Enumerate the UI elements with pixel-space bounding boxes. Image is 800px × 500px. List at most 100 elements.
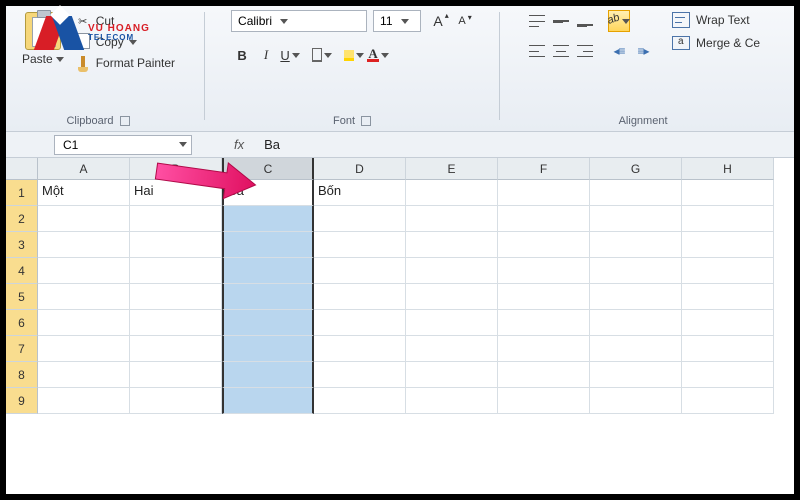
cell[interactable]	[130, 388, 222, 414]
align-top-button[interactable]	[526, 10, 548, 32]
cell[interactable]	[590, 362, 682, 388]
orientation-button[interactable]: ab	[608, 10, 630, 32]
decrease-indent-button[interactable]: ◂≡	[608, 40, 630, 62]
align-left-button[interactable]	[526, 40, 548, 62]
cell[interactable]	[38, 284, 130, 310]
row-header-1[interactable]: 1	[6, 180, 38, 206]
cell[interactable]	[682, 258, 774, 284]
row-header-3[interactable]: 3	[6, 232, 38, 258]
cell[interactable]	[498, 388, 590, 414]
cell[interactable]	[38, 388, 130, 414]
font-name-select[interactable]: Calibri	[231, 10, 367, 32]
cell-g1[interactable]	[590, 180, 682, 206]
formula-value[interactable]: Ba	[264, 137, 280, 152]
cell[interactable]	[498, 310, 590, 336]
cell-e1[interactable]	[406, 180, 498, 206]
cell[interactable]	[222, 284, 314, 310]
cell[interactable]	[406, 336, 498, 362]
cell[interactable]	[130, 258, 222, 284]
row-header-9[interactable]: 9	[6, 388, 38, 414]
cell[interactable]	[130, 336, 222, 362]
cell[interactable]	[38, 258, 130, 284]
cell[interactable]	[222, 362, 314, 388]
increase-indent-button[interactable]: ≡▸	[632, 40, 654, 62]
cell[interactable]	[314, 232, 406, 258]
cell[interactable]	[682, 362, 774, 388]
bold-button[interactable]: B	[231, 44, 253, 66]
cell[interactable]	[314, 258, 406, 284]
format-painter-button[interactable]: Format Painter	[72, 54, 178, 72]
cell-a1[interactable]: Một	[38, 180, 130, 206]
align-right-button[interactable]	[574, 40, 596, 62]
row-header-6[interactable]: 6	[6, 310, 38, 336]
cell[interactable]	[498, 206, 590, 232]
align-bottom-button[interactable]	[574, 10, 596, 32]
cell-f1[interactable]	[498, 180, 590, 206]
cell[interactable]	[682, 206, 774, 232]
cell[interactable]	[682, 336, 774, 362]
cell[interactable]	[38, 336, 130, 362]
cell[interactable]	[406, 206, 498, 232]
fill-color-button[interactable]	[343, 44, 365, 66]
col-header-d[interactable]: D	[314, 158, 406, 180]
italic-button[interactable]: I	[255, 44, 277, 66]
shrink-font-button[interactable]: A▾	[451, 10, 473, 32]
col-header-a[interactable]: A	[38, 158, 130, 180]
cell[interactable]	[314, 336, 406, 362]
cell-d1[interactable]: Bốn	[314, 180, 406, 206]
cell[interactable]	[590, 336, 682, 362]
font-size-select[interactable]: 11	[373, 10, 421, 32]
dialog-launcher-icon[interactable]	[361, 116, 371, 126]
cell[interactable]	[682, 310, 774, 336]
cell[interactable]	[682, 388, 774, 414]
row-header-4[interactable]: 4	[6, 258, 38, 284]
cell[interactable]	[222, 336, 314, 362]
cell[interactable]	[682, 232, 774, 258]
cell[interactable]	[498, 258, 590, 284]
wrap-text-button[interactable]: Wrap Text	[672, 12, 760, 28]
cell[interactable]	[590, 310, 682, 336]
cell[interactable]	[38, 206, 130, 232]
select-all-corner[interactable]	[6, 158, 38, 180]
cell[interactable]	[406, 310, 498, 336]
cell[interactable]	[314, 388, 406, 414]
cell[interactable]	[406, 388, 498, 414]
cell[interactable]	[38, 362, 130, 388]
row-header-5[interactable]: 5	[6, 284, 38, 310]
cell[interactable]	[314, 362, 406, 388]
cell[interactable]	[590, 206, 682, 232]
fx-icon[interactable]: fx	[234, 137, 244, 152]
cell[interactable]	[590, 258, 682, 284]
cell[interactable]	[314, 284, 406, 310]
cell[interactable]	[222, 232, 314, 258]
cell[interactable]	[590, 388, 682, 414]
col-header-h[interactable]: H	[682, 158, 774, 180]
cell[interactable]	[38, 310, 130, 336]
underline-button[interactable]: U	[279, 44, 301, 66]
row-header-8[interactable]: 8	[6, 362, 38, 388]
cell[interactable]	[682, 284, 774, 310]
cell[interactable]	[406, 258, 498, 284]
col-header-g[interactable]: G	[590, 158, 682, 180]
cell[interactable]	[222, 310, 314, 336]
cell[interactable]	[314, 310, 406, 336]
cell[interactable]	[498, 284, 590, 310]
merge-center-button[interactable]: Merge & Ce	[672, 36, 760, 50]
cell[interactable]	[406, 362, 498, 388]
cell[interactable]	[130, 310, 222, 336]
cell[interactable]	[590, 284, 682, 310]
cell[interactable]	[222, 258, 314, 284]
cell[interactable]	[406, 232, 498, 258]
cell[interactable]	[130, 232, 222, 258]
grow-font-button[interactable]: A▴	[427, 10, 449, 32]
cell[interactable]	[222, 388, 314, 414]
cell[interactable]	[130, 284, 222, 310]
cell[interactable]	[498, 336, 590, 362]
align-center-button[interactable]	[550, 40, 572, 62]
font-color-button[interactable]: A	[367, 44, 389, 66]
cell[interactable]	[498, 362, 590, 388]
col-header-f[interactable]: F	[498, 158, 590, 180]
name-box[interactable]: C1	[54, 135, 192, 155]
cell[interactable]	[130, 362, 222, 388]
cell[interactable]	[406, 284, 498, 310]
